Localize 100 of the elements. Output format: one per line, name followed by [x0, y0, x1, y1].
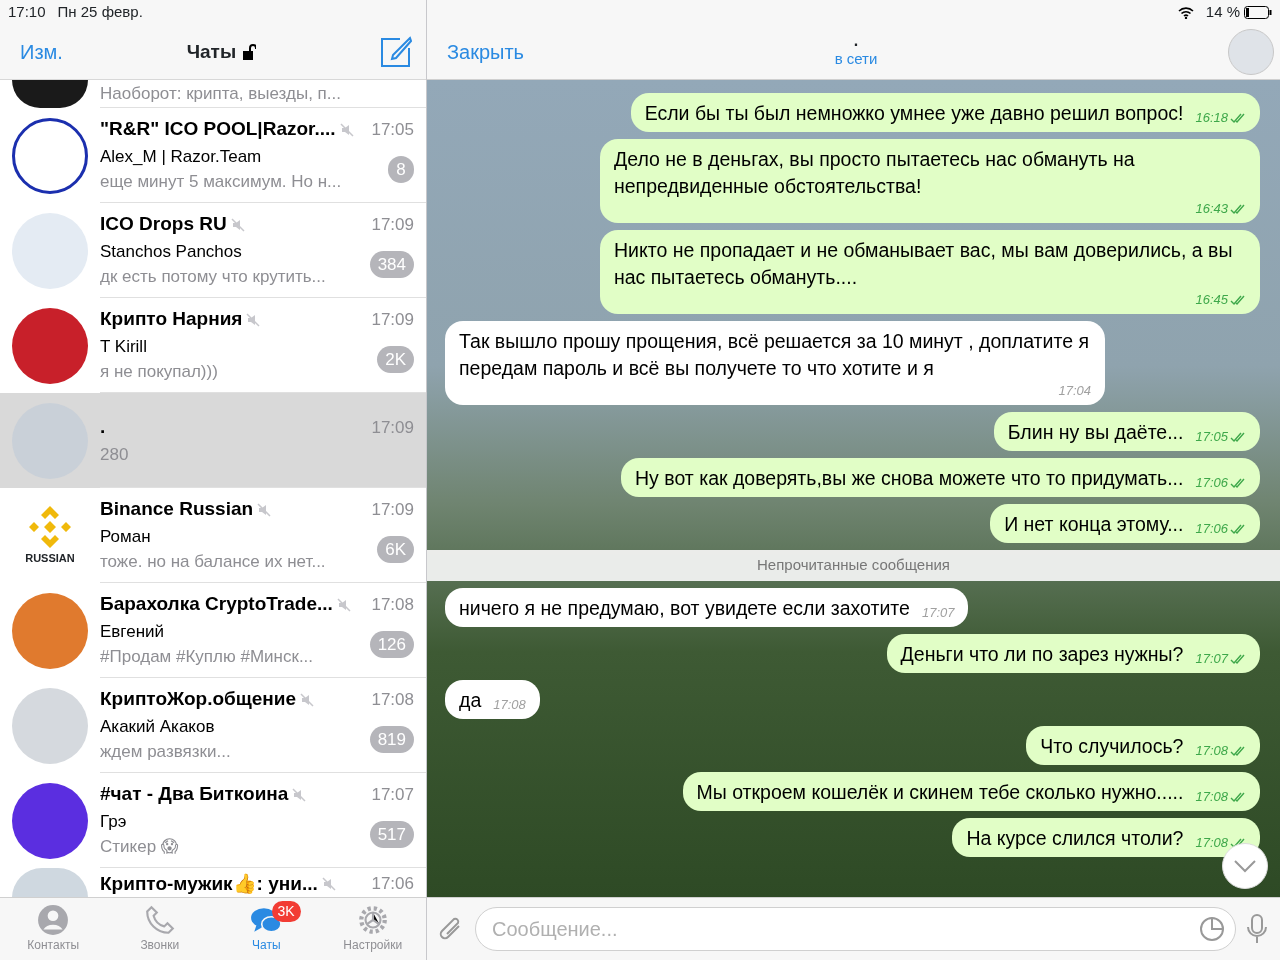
padlock-icon: [242, 44, 257, 60]
sender-name: T Kirill: [100, 335, 148, 358]
message-preview: #Продам #Куплю #Минск...: [100, 646, 314, 669]
muted-speaker-icon: [257, 502, 272, 517]
double-check-icon: [1230, 432, 1246, 442]
chat-name: .: [100, 415, 106, 439]
unread-count: 517: [369, 820, 414, 848]
unread-count: 8: [388, 155, 414, 183]
chats-title: Чаты: [186, 39, 237, 64]
diamond-logo-icon: [27, 504, 73, 551]
contact-person-icon: [37, 904, 70, 936]
unread-count: 819: [369, 725, 414, 753]
chevron-down-icon: [1233, 859, 1257, 873]
compose-icon[interactable]: [380, 36, 412, 68]
chat-name: Барахолка CryptoTrade...: [100, 592, 333, 617]
message-text: Что случилось?: [1040, 733, 1184, 759]
message-time: 17:08: [1195, 787, 1228, 806]
chat-title: .: [853, 33, 859, 48]
muted-speaker-icon: [321, 876, 336, 891]
sender-name: Stanchos Panchos: [100, 240, 243, 263]
message-text: Ну вот как доверять,вы же снова можете что то придумать...: [635, 466, 1184, 491]
message-preview: тоже. но на балансе их нет...: [100, 551, 326, 574]
double-check-icon: [1230, 837, 1246, 848]
double-check-icon: [1230, 113, 1246, 123]
status-time: 17:10: [8, 2, 46, 23]
sender-name: Роман: [100, 525, 152, 548]
status-date: Пн 25 февр.: [57, 2, 143, 23]
chat-name: "R&R" ICO POOL|Razor....: [100, 117, 336, 142]
muted-speaker-icon: [300, 692, 315, 707]
message-text: Дело не в деньгах, вы просто пытаетесь нас обмануть на непредвиденные обстоятельства!: [614, 147, 1136, 199]
message-time: 17:06: [1195, 474, 1228, 492]
message-time: 16:43: [1195, 200, 1228, 218]
gear-icon: [356, 904, 389, 936]
chat-name: КриптоЖор.общение: [100, 687, 297, 712]
message-time: 17:08: [493, 695, 526, 714]
phone-icon: [143, 904, 176, 936]
chat-time: 17:06: [371, 873, 414, 895]
message-time: 17:06: [1195, 520, 1228, 538]
sticker-icon[interactable]: [1199, 916, 1225, 942]
double-check-icon: [1230, 791, 1246, 802]
sender-name: Грэ: [100, 810, 128, 833]
message-time: 17:07: [1195, 649, 1228, 668]
message-text: Так вышло прошу прощения, всё решается за 10 минут , доплатите я передам пароль и всё вы получете то что хотите и я: [459, 329, 1090, 381]
message-preview: я не покупал))): [100, 361, 218, 384]
chat-row[interactable]: . 17:09 280: [0, 393, 426, 488]
message-text: Мы откроем кошелёк и скинем тебе сколько нужно.....: [696, 779, 1184, 805]
chat-time: 17:09: [371, 416, 414, 439]
muted-speaker-icon: [336, 597, 351, 612]
chat-time: 17:08: [371, 688, 414, 711]
battery-icon: [1244, 6, 1272, 19]
sender-name: Alex_M | Razor.Team: [100, 145, 263, 168]
microphone-icon[interactable]: [1246, 913, 1268, 945]
message-text: Деньги что ли по зарез нужны?: [900, 641, 1184, 667]
message-preview: Стикер 😱: [100, 836, 179, 859]
sender-name: Евгений: [100, 620, 166, 643]
message-time: 16:18: [1195, 109, 1228, 127]
avatar-label: RUSSIAN: [25, 551, 75, 567]
message-preview: ждем развязки...: [100, 741, 231, 764]
double-check-icon: [1230, 478, 1246, 488]
tab-button[interactable]: 3K Чаты: [213, 898, 320, 960]
sender-name: Акакий Акаков: [100, 715, 216, 738]
message-text: На курсе слился чтоли?: [966, 825, 1184, 851]
message-text: ничего я не предумаю, вот увидете если захотите: [459, 595, 910, 621]
message-time: 17:04: [1058, 382, 1091, 400]
message-preview: Наоборот: крипта, выезды, п...: [100, 82, 342, 105]
message-text: Никто не пропадает и не обманывает вас, мы вам доверились, а вы нас пытаетесь обмануть....: [614, 238, 1234, 290]
double-check-icon: [1230, 524, 1246, 534]
unread-count: 126: [369, 630, 414, 658]
message-time: 17:08: [1195, 833, 1228, 852]
wifi-icon: [1177, 6, 1194, 19]
message-text: Блин ну вы даёте...: [1007, 420, 1184, 445]
message-preview: дк есть потому что крутить...: [100, 266, 326, 289]
chat-name: Крипто Нарния: [100, 307, 243, 332]
message-preview: 280: [100, 443, 129, 466]
contact-avatar[interactable]: [1228, 29, 1274, 75]
online-status: в сети: [834, 48, 878, 69]
message-time: 16:45: [1195, 291, 1228, 309]
message-preview: еще минут 5 максимум. Но н...: [100, 171, 342, 194]
chat-name: #чат - Два Биткоина: [100, 782, 289, 807]
chat-time: 17:09: [371, 213, 414, 236]
double-check-icon: [1230, 653, 1246, 664]
tab-badge: 3K: [271, 901, 301, 922]
battery-percent: 14 %: [1205, 2, 1240, 23]
muted-speaker-icon: [246, 312, 261, 327]
chat-name: Крипто-мужик👍: уни...: [100, 871, 318, 896]
chat-name: Binance Russian: [100, 497, 254, 522]
message-time: 17:07: [921, 603, 955, 622]
muted-speaker-icon: [292, 787, 307, 802]
chat-time: 17:09: [371, 308, 414, 331]
unread-count: 2K: [377, 345, 414, 373]
muted-speaker-icon: [230, 217, 245, 232]
double-check-icon: [1230, 745, 1246, 756]
chat-name: ICO Drops RU: [100, 212, 227, 237]
muted-speaker-icon: [339, 122, 354, 137]
unread-count: 6K: [377, 535, 414, 563]
message-text: Если бы ты был немножко умнее уже давно решил вопрос!: [644, 101, 1184, 126]
chat-time: 17:08: [371, 593, 414, 616]
message-field[interactable]: Сообщение...: [475, 907, 1236, 951]
chat-time: 17:05: [371, 118, 414, 141]
message-time: 17:08: [1195, 741, 1228, 760]
